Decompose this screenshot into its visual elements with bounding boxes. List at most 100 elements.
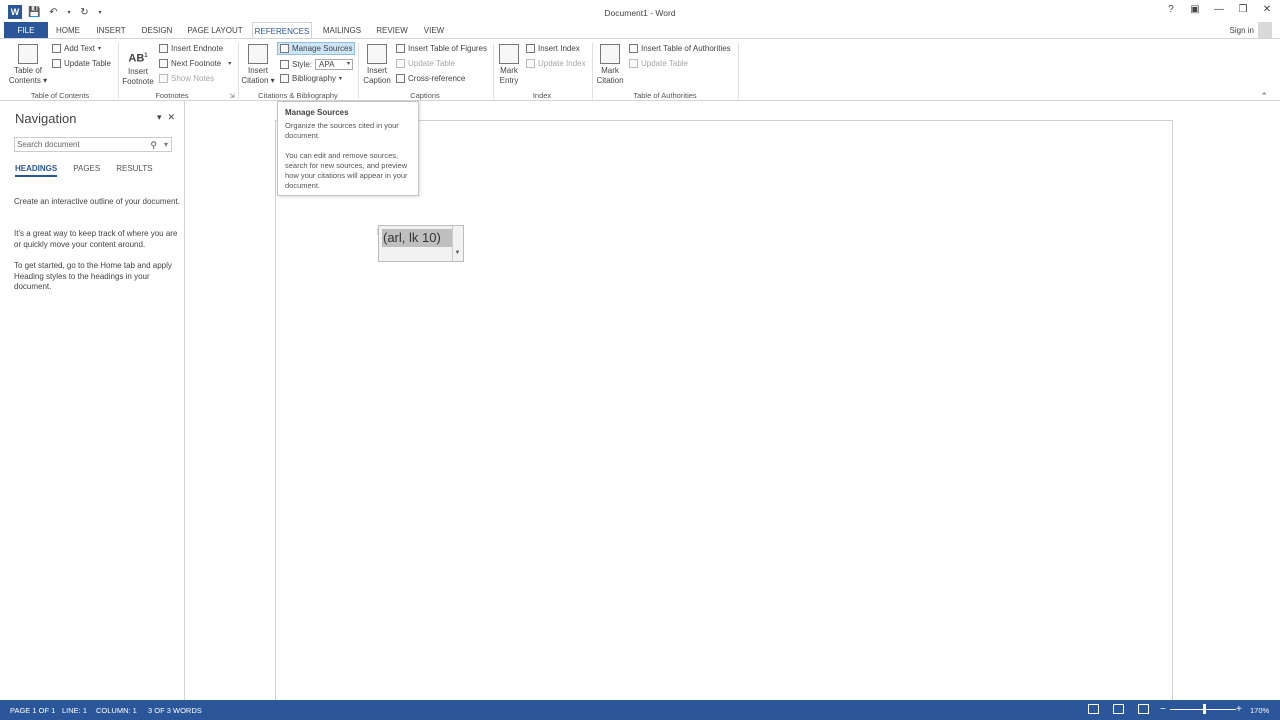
manage-sources-icon xyxy=(280,44,289,53)
group-separator xyxy=(118,43,119,99)
tab-home[interactable]: HOME xyxy=(52,22,84,39)
close-pane-icon[interactable]: ✕ xyxy=(168,112,176,123)
show-notes-button[interactable]: Show Notes xyxy=(159,74,214,83)
endnote-icon xyxy=(159,44,168,53)
tab-view[interactable]: VIEW xyxy=(421,22,447,39)
read-mode-icon[interactable] xyxy=(1088,704,1099,714)
update-index-button[interactable]: Update Index xyxy=(526,59,586,68)
citation-content-control[interactable]: ⋮ (arl, lk 10) ▼ xyxy=(374,225,464,262)
tab-results[interactable]: RESULTS xyxy=(116,164,152,177)
group-label-authorities: Table of Authorities xyxy=(633,91,697,100)
zoom-in-icon[interactable]: + xyxy=(1236,704,1242,715)
tab-design[interactable]: DESIGN xyxy=(139,22,175,39)
table-of-contents-button[interactable]: Table of Contents ▾ xyxy=(8,44,48,86)
manage-sources-button[interactable]: Manage Sources xyxy=(276,42,356,55)
tab-pages[interactable]: PAGES xyxy=(73,164,100,177)
style-icon xyxy=(280,60,289,69)
minimize-button[interactable]: — xyxy=(1212,4,1226,15)
web-layout-icon[interactable] xyxy=(1138,704,1149,714)
tooltip-title: Manage Sources xyxy=(285,108,349,117)
citation-options-dropdown-icon[interactable]: ▼ xyxy=(452,226,462,261)
mark-citation-button[interactable]: Mark Citation xyxy=(594,44,626,86)
group-separator xyxy=(493,43,494,99)
insert-caption-button[interactable]: Insert Caption xyxy=(362,44,392,86)
table-of-authorities-icon xyxy=(629,44,638,53)
tooltip-text-1: Organize the sources cited in your docum… xyxy=(285,121,399,140)
next-footnote-button[interactable]: Next Footnote ▾ xyxy=(159,59,231,68)
update-index-icon xyxy=(526,59,535,68)
help-button[interactable]: ? xyxy=(1164,4,1178,15)
column-indicator[interactable]: COLUMN: 1 xyxy=(96,706,137,715)
add-text-button[interactable]: Add Text ▾ xyxy=(52,44,101,53)
insert-citation-button[interactable]: Insert Citation ▾ xyxy=(240,44,276,86)
group-label-footnotes: Footnotes xyxy=(155,91,189,100)
update-table-icon xyxy=(396,59,405,68)
update-table-icon xyxy=(629,59,638,68)
cross-reference-button[interactable]: Cross-reference xyxy=(396,74,465,83)
ribbon-tabs: FILE HOME INSERT DESIGN PAGE LAYOUT REFE… xyxy=(0,22,1280,39)
next-footnote-icon xyxy=(159,59,168,68)
insert-citation-icon xyxy=(248,44,268,64)
insert-table-of-figures-button[interactable]: Insert Table of Figures xyxy=(396,44,487,53)
zoom-slider-thumb[interactable] xyxy=(1203,704,1206,714)
sign-in-link[interactable]: Sign in xyxy=(1230,26,1254,35)
zoom-level[interactable]: 170% xyxy=(1250,706,1269,715)
pane-options-icon[interactable]: ▾ xyxy=(157,112,162,123)
tab-page-layout[interactable]: PAGE LAYOUT xyxy=(186,22,244,39)
tab-insert[interactable]: INSERT xyxy=(94,22,128,39)
print-layout-icon[interactable] xyxy=(1113,704,1124,714)
show-notes-icon xyxy=(159,74,168,83)
page-indicator[interactable]: PAGE 1 OF 1 xyxy=(10,706,55,715)
tab-references[interactable]: REFERENCES xyxy=(252,22,312,39)
close-button[interactable]: ✕ xyxy=(1260,4,1274,15)
citation-style-select[interactable]: APA ▾ xyxy=(315,59,354,70)
group-separator xyxy=(238,43,239,99)
window-title: Document1 - Word xyxy=(604,8,676,18)
bibliography-icon xyxy=(280,74,289,83)
mark-entry-icon xyxy=(499,44,519,64)
footnotes-dialog-launcher-icon[interactable]: ⇲ xyxy=(229,92,235,100)
insert-caption-icon xyxy=(367,44,387,64)
navigation-help-text-1: Create an interactive outline of your do… xyxy=(14,197,180,206)
navigation-tabs: HEADINGS PAGES RESULTS xyxy=(15,164,153,177)
search-document-input[interactable]: Search document ⚲ ▾ xyxy=(14,137,172,152)
mark-entry-button[interactable]: Mark Entry xyxy=(496,44,522,86)
content-control-handle-icon[interactable]: ⋮ xyxy=(374,228,381,236)
update-figures-table-button[interactable]: Update Table xyxy=(396,59,455,68)
navigation-title: Navigation xyxy=(15,111,77,126)
insert-table-of-authorities-button[interactable]: Insert Table of Authorities xyxy=(629,44,731,53)
navigation-help-text-3: To get started, go to the Home tab and a… xyxy=(14,261,172,291)
search-options-dropdown-icon[interactable]: ▾ xyxy=(164,138,168,151)
insert-index-icon xyxy=(526,44,535,53)
group-separator xyxy=(592,43,593,99)
restore-button[interactable]: ❐ xyxy=(1236,4,1250,15)
group-separator xyxy=(358,43,359,99)
document-page[interactable] xyxy=(275,120,1173,700)
word-count[interactable]: 3 OF 3 WORDS xyxy=(148,706,202,715)
tab-headings[interactable]: HEADINGS xyxy=(15,164,58,177)
tab-review[interactable]: REVIEW xyxy=(375,22,409,39)
insert-endnote-button[interactable]: Insert Endnote xyxy=(159,44,223,53)
cross-reference-icon xyxy=(396,74,405,83)
tab-mailings[interactable]: MAILINGS xyxy=(320,22,364,39)
navigation-pane: Navigation ▾ ✕ Search document ⚲ ▾ HEADI… xyxy=(0,101,185,700)
tab-file[interactable]: FILE xyxy=(4,22,48,39)
ribbon-display-options-icon[interactable]: ▣ xyxy=(1188,4,1202,15)
group-label-toc: Table of Contents xyxy=(30,91,90,100)
insert-footnote-button[interactable]: AB1 Insert Footnote xyxy=(121,47,155,87)
update-authorities-table-button[interactable]: Update Table xyxy=(629,59,688,68)
manage-sources-tooltip: Manage Sources Organize the sources cite… xyxy=(277,101,419,196)
line-indicator[interactable]: LINE: 1 xyxy=(62,706,87,715)
insert-index-button[interactable]: Insert Index xyxy=(526,44,580,53)
bibliography-button[interactable]: Bibliography ▾ xyxy=(280,74,342,83)
ribbon: Table of Contents ▾ Add Text ▾ Update Tab… xyxy=(0,38,1280,101)
status-bar: PAGE 1 OF 1 LINE: 1 COLUMN: 1 3 OF 3 WOR… xyxy=(0,700,1280,720)
navigation-help-text-2: It's a great way to keep track of where … xyxy=(14,229,178,249)
update-toc-button[interactable]: Update Table xyxy=(52,59,111,68)
avatar[interactable] xyxy=(1258,22,1272,38)
title-bar: W 💾 ↶ ▾ ↻ ▾ Document1 - Word ? ▣ — ❐ ✕ xyxy=(0,0,1280,24)
table-of-contents-icon xyxy=(18,44,38,64)
citation-text[interactable]: (arl, lk 10) xyxy=(382,229,452,247)
search-icon[interactable]: ⚲ xyxy=(150,139,157,152)
zoom-out-icon[interactable]: − xyxy=(1160,704,1166,715)
